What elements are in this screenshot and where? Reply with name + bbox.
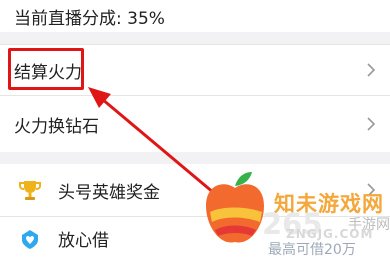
site-watermark: 知未游戏网 265 手游网 ZNGJG.COM 最高可借20万 — [200, 160, 390, 260]
loan-quota-text: 最高可借20万 — [268, 242, 356, 258]
apple-logo — [206, 172, 264, 243]
